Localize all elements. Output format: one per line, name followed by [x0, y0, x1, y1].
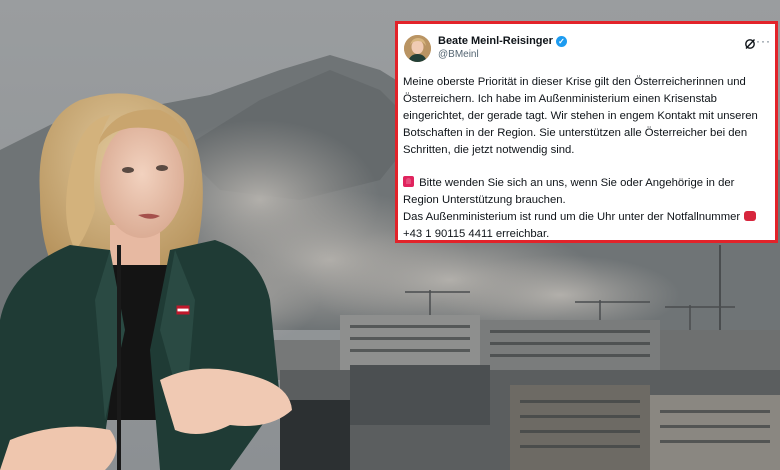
siren-emoji-icon: [403, 176, 414, 187]
grok-icon[interactable]: [744, 38, 756, 50]
author-name-text: Beate Meinl-Reisinger: [438, 35, 553, 47]
author-handle[interactable]: @BMeinl: [438, 49, 479, 60]
verified-badge-icon: ✓: [555, 36, 567, 47]
avatar[interactable]: [404, 35, 431, 62]
post-header: Beate Meinl-Reisinger ✓ @BMeinl ···: [401, 34, 770, 74]
post-text-line: Bitte wenden Sie sich an uns, wenn Sie o…: [403, 177, 735, 206]
post-paragraph: Das Außenministerium ist rund um die Uhr…: [403, 209, 765, 226]
post-text: Meine oberste Priorität in dieser Krise …: [403, 74, 765, 243]
post-text-line: Das Außenministerium ist rund um die Uhr…: [403, 211, 741, 223]
more-options-icon[interactable]: ···: [756, 34, 771, 48]
social-media-post-card: Beate Meinl-Reisinger ✓ @BMeinl ··· Meine…: [395, 21, 778, 243]
phone-number: +43 1 90115 4411 erreichbar.: [403, 228, 550, 240]
microphone: [117, 245, 121, 470]
post-paragraph: Meine oberste Priorität in dieser Krise …: [403, 76, 758, 156]
author-name[interactable]: Beate Meinl-Reisinger ✓: [438, 35, 567, 47]
face: [100, 122, 184, 238]
post-paragraph: Bitte wenden Sie sich an uns, wenn Sie o…: [403, 175, 765, 209]
avatar-image: [404, 35, 431, 62]
telephone-emoji-icon: [744, 211, 757, 221]
